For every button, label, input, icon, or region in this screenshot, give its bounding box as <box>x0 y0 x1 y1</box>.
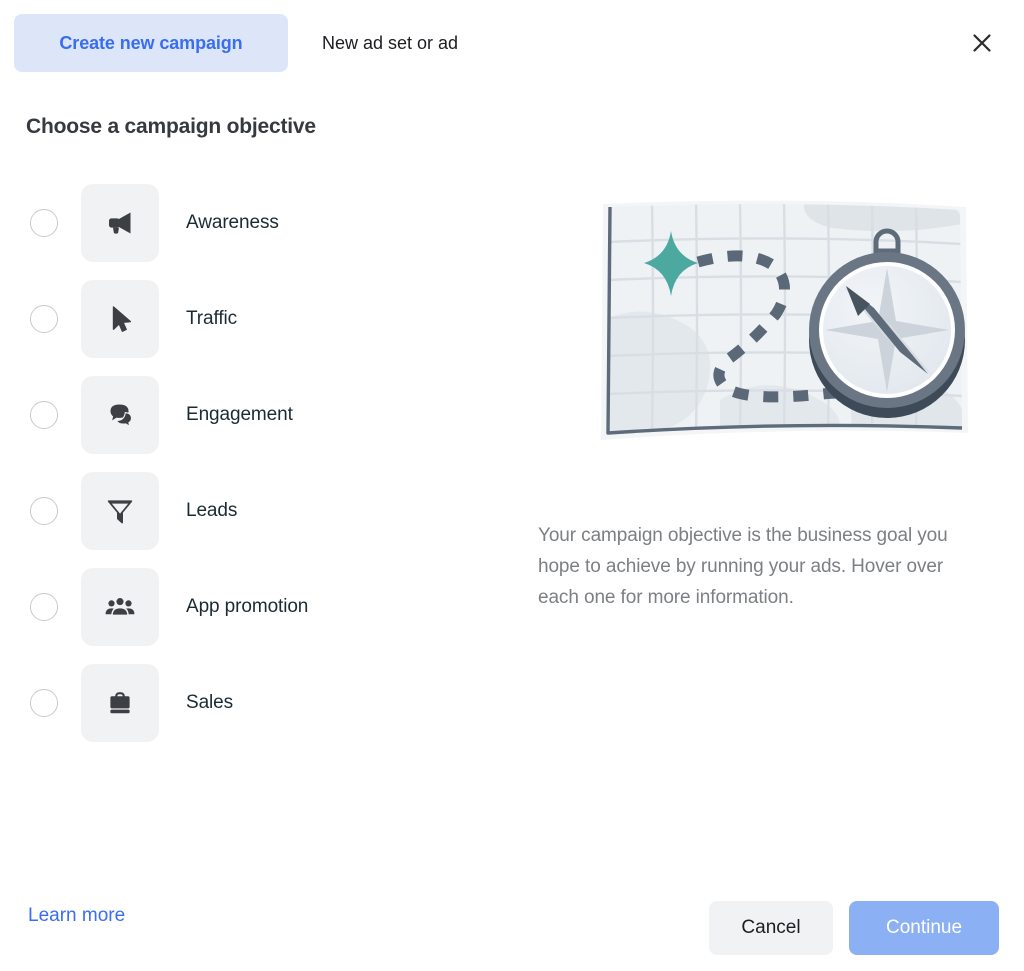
objective-label-sales: Sales <box>186 692 234 713</box>
tab-new-ad-set-or-ad[interactable]: New ad set or ad <box>306 14 474 72</box>
close-icon <box>970 31 994 58</box>
objective-option-traffic[interactable]: Traffic <box>0 280 520 358</box>
radio-app-promotion[interactable] <box>30 593 58 621</box>
objective-info-panel <box>520 190 1024 490</box>
objective-option-sales[interactable]: Sales <box>0 664 520 742</box>
objective-label-leads: Leads <box>186 500 238 521</box>
people-group-icon <box>81 568 159 646</box>
radio-engagement[interactable] <box>30 401 58 429</box>
cursor-icon <box>81 280 159 358</box>
page-title: Choose a campaign objective <box>26 115 316 138</box>
objective-label-traffic: Traffic <box>186 308 238 329</box>
objective-option-app-promotion[interactable]: App promotion <box>0 568 520 646</box>
briefcase-icon <box>81 664 159 742</box>
cancel-button[interactable]: Cancel <box>709 901 833 955</box>
tab-create-new-campaign[interactable]: Create new campaign <box>14 14 288 72</box>
map-with-compass-illustration <box>570 190 1010 490</box>
learn-more-link[interactable]: Learn more <box>28 905 125 927</box>
funnel-icon <box>81 472 159 550</box>
close-button[interactable] <box>958 20 1006 68</box>
objective-label-awareness: Awareness <box>186 212 279 233</box>
objective-option-engagement[interactable]: Engagement <box>0 376 520 454</box>
continue-button[interactable]: Continue <box>849 901 999 955</box>
objective-label-engagement: Engagement <box>186 404 293 425</box>
campaign-objective-radio-group: Awareness Traffic Engagement Leads App p… <box>0 184 520 760</box>
radio-awareness[interactable] <box>30 209 58 237</box>
radio-sales[interactable] <box>30 689 58 717</box>
chat-bubbles-icon <box>81 376 159 454</box>
objective-option-awareness[interactable]: Awareness <box>0 184 520 262</box>
megaphone-icon <box>81 184 159 262</box>
objective-option-leads[interactable]: Leads <box>0 472 520 550</box>
radio-traffic[interactable] <box>30 305 58 333</box>
objective-label-app-promotion: App promotion <box>186 596 309 617</box>
dialog-header: Create new campaign New ad set or ad <box>0 0 1024 88</box>
objective-description-text: Your campaign objective is the business … <box>538 525 948 608</box>
dialog-footer: Learn more Cancel Continue <box>0 885 1024 971</box>
radio-leads[interactable] <box>30 497 58 525</box>
